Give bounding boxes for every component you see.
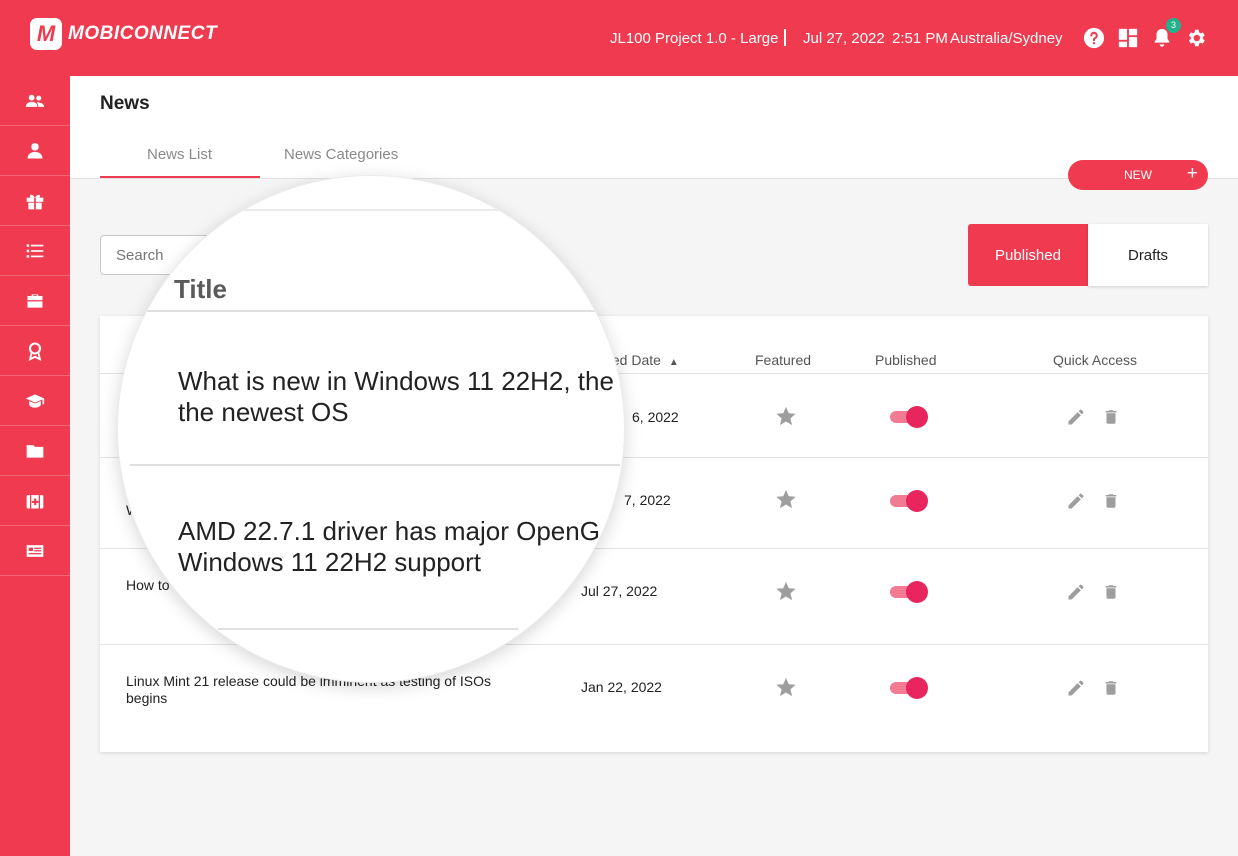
tab-news-list[interactable]: News List [147,146,212,163]
page-title: News [100,93,150,114]
edit-icon[interactable] [1066,491,1086,511]
sidebar-item-user[interactable] [0,126,70,176]
magnified-title-header: Title [174,274,227,304]
briefcase-icon [27,293,43,308]
magnified-news-title-line2: Windows 11 22H2 support [178,547,482,577]
page-header: News News List News Categories [70,76,1238,179]
help-icon[interactable] [1083,27,1105,49]
users-icon [25,94,45,107]
sidebar-item-news[interactable] [0,526,70,576]
column-header-published: Published [875,352,937,368]
current-time: 2:51 PM [892,30,948,47]
magnifier-divider [130,464,620,466]
medical-kit-icon [26,494,44,508]
sidebar-item-lists[interactable] [0,226,70,276]
column-header-quick-access: Quick Access [1053,352,1138,368]
sort-ascending-icon[interactable]: ▲ [669,357,679,368]
sidebar-item-jobs[interactable] [0,276,70,326]
brand-logo[interactable]: M MOBICONNECT [30,18,217,50]
current-date: Jul 27, 2022 [803,30,885,47]
sidebar-item-gifts[interactable] [0,176,70,226]
divider [784,29,786,46]
published-toggle[interactable] [890,490,928,512]
sidebar-item-medical[interactable] [0,476,70,526]
sidebar-item-files[interactable] [0,426,70,476]
project-name[interactable]: JL100 Project 1.0 - Large [610,30,778,47]
published-toggle[interactable] [890,677,928,699]
magnifier-divider [146,310,616,312]
new-button-label: NEW [1124,168,1152,182]
user-icon [27,142,43,158]
brand-name: MOBICONNECT [68,23,218,44]
magnifier-overlay: Title What is new in Windows 11 22H2, th… [118,176,624,682]
dashboard-icon[interactable] [1117,27,1139,49]
graduation-cap-icon [25,393,45,408]
list-icon [26,243,44,258]
star-icon[interactable] [775,488,797,510]
folder-icon [26,444,44,458]
trash-icon[interactable] [1102,491,1120,511]
edit-icon[interactable] [1066,582,1086,602]
sidebar [0,76,70,856]
drafts-filter-button[interactable]: Drafts [1088,224,1208,286]
star-icon[interactable] [775,580,797,602]
news-icon [26,544,44,557]
published-toggle[interactable] [890,406,928,428]
published-filter-button[interactable]: Published [968,224,1088,286]
edit-icon[interactable] [1066,678,1086,698]
star-icon[interactable] [775,676,797,698]
gift-icon [26,194,44,209]
top-bar: M MOBICONNECT JL100 Project 1.0 - Large … [0,0,1238,76]
published-toggle[interactable] [890,581,928,603]
news-date: 6, 2022 [632,409,679,425]
star-icon[interactable] [775,405,797,427]
magnified-news-title-line2: the newest OS [178,397,349,427]
news-date: 7, 2022 [624,492,671,508]
magnified-news-title: AMD 22.7.1 driver has major OpenG [178,516,600,546]
magnified-news-title: What is new in Windows 11 22H2, the [178,366,614,396]
award-icon [28,341,42,361]
timezone[interactable]: Australia/Sydney [950,30,1063,47]
tab-news-categories[interactable]: News Categories [284,146,398,163]
trash-icon[interactable] [1102,678,1120,698]
notification-count-badge: 3 [1166,18,1181,33]
plus-icon: + [1186,163,1198,184]
sidebar-item-education[interactable] [0,376,70,426]
sidebar-item-awards[interactable] [0,326,70,376]
logo-mark-icon: M [30,18,62,50]
trash-icon[interactable] [1102,407,1120,427]
sidebar-item-users[interactable] [0,76,70,126]
new-news-button[interactable]: NEW + [1068,160,1208,190]
column-header-featured: Featured [755,352,812,368]
magnifier-divider [218,628,518,630]
edit-icon[interactable] [1066,407,1086,427]
trash-icon[interactable] [1102,582,1120,602]
magnifier-divider [218,209,518,211]
gear-icon[interactable] [1185,27,1207,49]
